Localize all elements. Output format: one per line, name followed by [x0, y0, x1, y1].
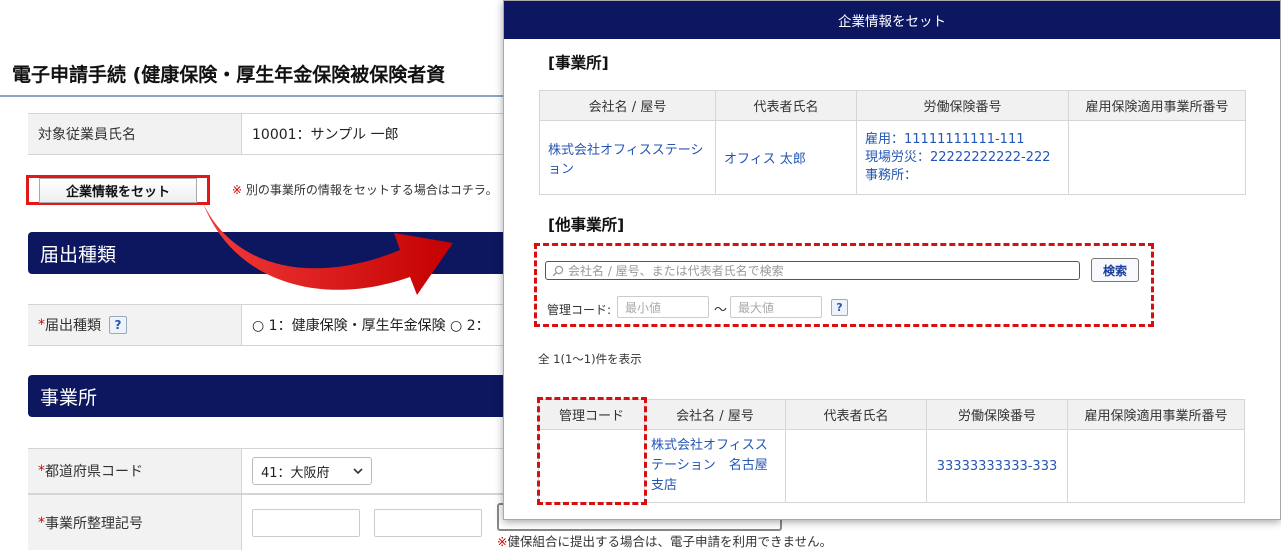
- prefecture-selected: 41：大阪府: [261, 465, 330, 481]
- code-max-input[interactable]: 最大値: [730, 296, 822, 318]
- col-representative: 代表者氏名: [785, 399, 927, 430]
- col-labor-insurance-no: 労働保険番号: [926, 399, 1068, 430]
- employment-insurance-cell: [1067, 429, 1245, 503]
- union-note: ※健保組合に提出する場合は、電子申請を利用できません。: [497, 531, 832, 550]
- code-min-input[interactable]: 最小値: [617, 296, 709, 318]
- notification-label-text: 届出種類: [45, 318, 101, 334]
- table-header-row: 会社名 / 屋号 代表者氏名 労働保険番号 雇用保険適用事業所番号: [539, 90, 1246, 121]
- labor-line-1: 雇用：11111111111-111: [865, 131, 1025, 147]
- office-number-label-text: 事業所整理記号: [45, 515, 143, 532]
- col-employment-insurance-no: 雇用保険適用事業所番号: [1067, 399, 1245, 430]
- section-office: 事業所: [28, 375, 508, 417]
- search-button[interactable]: 検索: [1091, 258, 1139, 282]
- code-column-highlight: [537, 397, 647, 505]
- office-code-input-2[interactable]: [374, 508, 482, 537]
- set-company-info-button[interactable]: 企業情報をセット: [26, 175, 210, 205]
- page-title: 電子申請手続 (健康保険・厚生年金保険被保険者資: [12, 64, 446, 86]
- office-number-inputs: [252, 495, 518, 550]
- company-link[interactable]: 株式会社オフィスステーション: [539, 120, 716, 195]
- employment-insurance-cell: [1068, 120, 1246, 195]
- col-labor-insurance-no: 労働保険番号: [856, 90, 1069, 121]
- curved-arrow-icon: [203, 203, 453, 295]
- prefecture-label-text: 都道府県コード: [45, 464, 143, 480]
- representative-cell: [785, 429, 927, 503]
- prefecture-row: * 都道府県コード 41：大阪府: [28, 448, 518, 494]
- office-number-label: * 事業所整理記号: [28, 495, 242, 550]
- labor-insurance-link[interactable]: 33333333333-333: [926, 429, 1068, 503]
- employee-value: 10001：サンプル 一郎: [252, 127, 399, 143]
- title-underline: [0, 95, 510, 97]
- table-row[interactable]: 株式会社オフィスステーション オフィス 太郎 雇用：11111111111-11…: [539, 120, 1246, 195]
- labor-insurance-cell[interactable]: 雇用：11111111111-111 現場労災：22222222222-222 …: [856, 120, 1069, 195]
- prefecture-value: 41：大阪府: [252, 449, 518, 493]
- required-mark: *: [38, 514, 45, 531]
- labor-line-2: 現場労災：22222222222-222: [865, 149, 1051, 165]
- other-office-heading: [他事業所]: [548, 216, 625, 234]
- representative-link[interactable]: オフィス 太郎: [715, 120, 857, 195]
- labor-line-3: 事務所：: [865, 167, 918, 183]
- office-heading: [事業所]: [548, 54, 609, 72]
- code-range-label: 管理コード:: [547, 303, 612, 317]
- office-number-row: * 事業所整理記号: [28, 494, 518, 550]
- col-employment-insurance-no: 雇用保険適用事業所番号: [1068, 90, 1246, 121]
- range-tilde: 〜: [714, 303, 728, 318]
- search-input[interactable]: 会社名 / 屋号、または代表者氏名で検索: [545, 261, 1080, 280]
- set-company-info-label: 企業情報をセット: [38, 177, 197, 203]
- search-placeholder: 会社名 / 屋号、または代表者氏名で検索: [568, 264, 784, 278]
- col-company: 会社名 / 屋号: [539, 90, 716, 121]
- chevron-down-icon: [353, 464, 363, 479]
- note-mark: ※: [497, 534, 508, 549]
- col-representative: 代表者氏名: [715, 90, 857, 121]
- union-note-text: 健保組合に提出する場合は、電子申請を利用できません。: [507, 534, 833, 549]
- employee-row: 対象従業員氏名 10001：サンプル 一郎: [28, 113, 518, 155]
- required-mark: *: [38, 463, 45, 479]
- prefecture-label: * 都道府県コード: [28, 449, 242, 493]
- employee-label: 対象従業員氏名: [28, 114, 242, 154]
- help-icon[interactable]: ?: [109, 316, 127, 334]
- company-link[interactable]: 株式会社オフィスステーション 名古屋支店: [644, 429, 786, 503]
- search-icon: [552, 265, 564, 277]
- prefecture-select[interactable]: 41：大阪府: [252, 457, 372, 485]
- office-table: 会社名 / 屋号 代表者氏名 労働保険番号 雇用保険適用事業所番号 株式会社オフ…: [539, 90, 1246, 195]
- office-code-input-1[interactable]: [252, 508, 360, 537]
- help-icon[interactable]: ?: [831, 299, 848, 316]
- required-mark: *: [38, 317, 45, 333]
- result-count: 全 1(1〜1)件を表示: [538, 352, 642, 366]
- col-company: 会社名 / 屋号: [644, 399, 786, 430]
- modal-title: 企業情報をセット: [504, 1, 1280, 39]
